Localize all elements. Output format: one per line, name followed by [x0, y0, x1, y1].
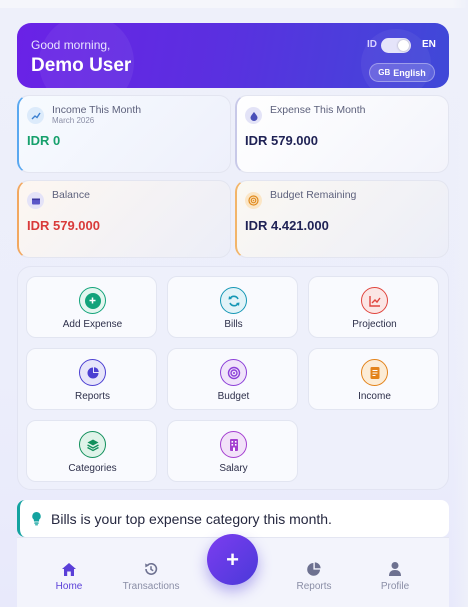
document-icon — [361, 359, 388, 386]
budget-remaining-title: Budget Remaining — [270, 189, 357, 201]
nav-profile-label: Profile — [380, 581, 410, 592]
salary-button[interactable]: Salary — [167, 420, 298, 482]
greeting-text: Good morning, — [31, 38, 111, 52]
nav-transactions[interactable]: Transactions — [111, 560, 191, 592]
projection-button[interactable]: Projection — [308, 276, 439, 338]
lang-id-label: ID — [367, 39, 377, 50]
salary-label: Salary — [219, 463, 248, 474]
lang-en-label: EN — [422, 39, 436, 50]
user-name: Demo User — [31, 55, 132, 76]
nav-reports-label: Reports — [296, 581, 332, 592]
balance-card[interactable]: Balance IDR 579.000 — [17, 180, 231, 258]
balance-title: Balance — [52, 189, 90, 201]
budget-remaining-value: IDR 4.421.000 — [245, 218, 329, 233]
user-icon — [355, 560, 435, 578]
income-button[interactable]: Income — [308, 348, 439, 410]
language-select[interactable]: GB English — [369, 63, 435, 82]
home-icon — [29, 560, 109, 578]
budget-label: Budget — [217, 391, 250, 402]
drop-icon — [245, 107, 262, 124]
quick-actions-panel: Add Expense Bills Projection Reports Bud… — [17, 266, 449, 490]
income-label: Income — [358, 391, 391, 402]
nav-profile[interactable]: Profile — [355, 560, 435, 592]
budget-remaining-card[interactable]: Budget Remaining IDR 4.421.000 — [235, 180, 449, 258]
categories-label: Categories — [68, 463, 117, 474]
chart-line-icon — [361, 287, 388, 314]
add-expense-label: Add Expense — [62, 319, 123, 330]
top-strip — [0, 0, 468, 8]
income-period: March 2026 — [52, 116, 95, 125]
scroll-edge — [452, 0, 468, 607]
bills-button[interactable]: Bills — [167, 276, 298, 338]
reports-button[interactable]: Reports — [26, 348, 157, 410]
building-icon — [220, 431, 247, 458]
greeting-header: Good morning, Demo User ID EN GB English — [17, 23, 449, 88]
income-card[interactable]: Income This Month March 2026 IDR 0 — [17, 95, 231, 173]
expense-value: IDR 579.000 — [245, 133, 318, 148]
bills-label: Bills — [224, 319, 243, 330]
toggle-knob — [398, 40, 409, 51]
plus-icon: + — [226, 546, 239, 572]
language-select-label: English — [393, 67, 426, 78]
expense-title: Expense This Month — [270, 104, 366, 116]
insight-text: Bills is your top expense category this … — [51, 510, 332, 527]
add-transaction-fab[interactable]: + — [207, 534, 258, 585]
refresh-icon — [220, 287, 247, 314]
nav-reports[interactable]: Reports — [274, 560, 354, 592]
flag-icon: GB — [378, 68, 391, 77]
wallet-icon — [27, 192, 44, 209]
language-toggle[interactable] — [381, 38, 411, 53]
projection-label: Projection — [352, 319, 397, 330]
target-icon — [220, 359, 247, 386]
pie-chart-icon — [79, 359, 106, 386]
insight-banner: Bills is your top expense category this … — [17, 500, 449, 537]
lightbulb-icon — [29, 511, 43, 527]
plus-circle-icon — [79, 287, 106, 314]
reports-label: Reports — [74, 391, 110, 402]
categories-button[interactable]: Categories — [26, 420, 157, 482]
history-icon — [111, 560, 191, 578]
income-title: Income This Month — [52, 104, 142, 116]
nav-transactions-label: Transactions — [122, 581, 180, 592]
budget-button[interactable]: Budget — [167, 348, 298, 410]
balance-value: IDR 579.000 — [27, 218, 100, 233]
layers-icon — [79, 431, 106, 458]
income-value: IDR 0 — [27, 133, 61, 148]
pie-chart-icon — [274, 560, 354, 578]
nav-home[interactable]: Home — [29, 560, 109, 592]
trend-up-icon — [27, 107, 44, 124]
add-expense-button[interactable]: Add Expense — [26, 276, 157, 338]
expense-card[interactable]: Expense This Month IDR 579.000 — [235, 95, 449, 173]
target-icon — [245, 192, 262, 209]
nav-home-label: Home — [55, 581, 83, 592]
